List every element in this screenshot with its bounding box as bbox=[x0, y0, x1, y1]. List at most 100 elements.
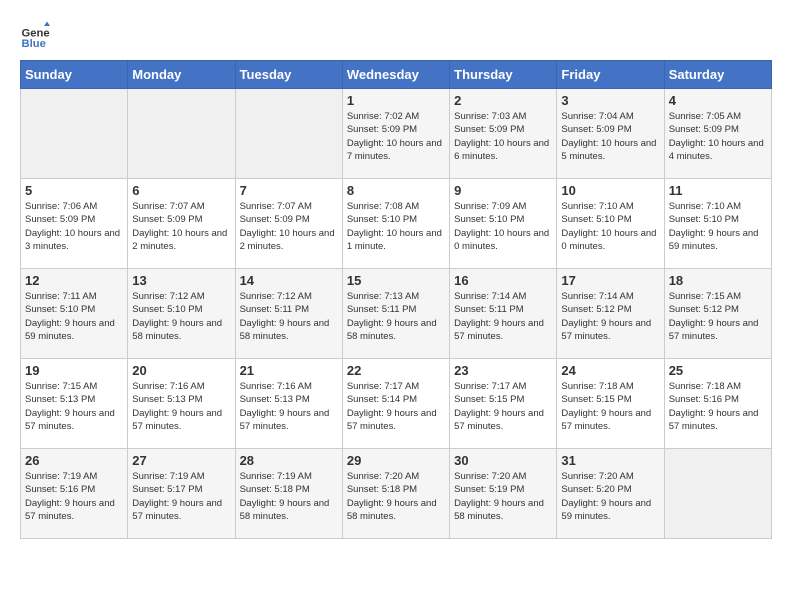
day-number: 31 bbox=[561, 453, 659, 468]
day-number: 16 bbox=[454, 273, 552, 288]
calendar-cell: 13 Sunrise: 7:12 AMSunset: 5:10 PMDayligh… bbox=[128, 269, 235, 359]
calendar-cell: 23 Sunrise: 7:17 AMSunset: 5:15 PMDayligh… bbox=[450, 359, 557, 449]
calendar-cell: 24 Sunrise: 7:18 AMSunset: 5:15 PMDayligh… bbox=[557, 359, 664, 449]
day-info: Sunrise: 7:20 AMSunset: 5:18 PMDaylight:… bbox=[347, 470, 445, 523]
day-info: Sunrise: 7:13 AMSunset: 5:11 PMDaylight:… bbox=[347, 290, 445, 343]
calendar-cell: 3Sunrise: 7:04 AMSunset: 5:09 PMDaylight… bbox=[557, 89, 664, 179]
calendar-cell: 25 Sunrise: 7:18 AMSunset: 5:16 PMDayligh… bbox=[664, 359, 771, 449]
calendar-cell: 15 Sunrise: 7:13 AMSunset: 5:11 PMDayligh… bbox=[342, 269, 449, 359]
calendar-cell: 8 Sunrise: 7:08 AMSunset: 5:10 PMDaylight… bbox=[342, 179, 449, 269]
day-info: Sunrise: 7:19 AMSunset: 5:17 PMDaylight:… bbox=[132, 470, 230, 523]
day-info: Sunrise: 7:17 AMSunset: 5:14 PMDaylight:… bbox=[347, 380, 445, 433]
calendar-cell: 11 Sunrise: 7:10 AMSunset: 5:10 PMDayligh… bbox=[664, 179, 771, 269]
calendar-table: SundayMondayTuesdayWednesdayThursdayFrid… bbox=[20, 60, 772, 539]
calendar-cell: 6 Sunrise: 7:07 AMSunset: 5:09 PMDaylight… bbox=[128, 179, 235, 269]
calendar-cell: 5Sunrise: 7:06 AMSunset: 5:09 PMDaylight… bbox=[21, 179, 128, 269]
calendar-cell: 26 Sunrise: 7:19 AMSunset: 5:16 PMDayligh… bbox=[21, 449, 128, 539]
calendar-cell: 20 Sunrise: 7:16 AMSunset: 5:13 PMDayligh… bbox=[128, 359, 235, 449]
calendar-cell: 4 Sunrise: 7:05 AMSunset: 5:09 PMDaylight… bbox=[664, 89, 771, 179]
day-info: Sunrise: 7:19 AMSunset: 5:18 PMDaylight:… bbox=[240, 470, 338, 523]
calendar-cell: 14 Sunrise: 7:12 AMSunset: 5:11 PMDayligh… bbox=[235, 269, 342, 359]
calendar-cell: 31 Sunrise: 7:20 AMSunset: 5:20 PMDayligh… bbox=[557, 449, 664, 539]
calendar-cell: 16 Sunrise: 7:14 AMSunset: 5:11 PMDayligh… bbox=[450, 269, 557, 359]
day-info: Sunrise: 7:12 AMSunset: 5:10 PMDaylight:… bbox=[132, 290, 230, 343]
day-info: Sunrise: 7:20 AMSunset: 5:20 PMDaylight:… bbox=[561, 470, 659, 523]
weekday-header: Saturday bbox=[664, 61, 771, 89]
day-info: Sunrise: 7:16 AMSunset: 5:13 PMDaylight:… bbox=[240, 380, 338, 433]
day-number: 23 bbox=[454, 363, 552, 378]
day-number: 8 bbox=[347, 183, 445, 198]
day-number: 30 bbox=[454, 453, 552, 468]
day-info: Sunrise: 7:05 AMSunset: 5:09 PMDaylight:… bbox=[669, 110, 767, 163]
day-number: 21 bbox=[240, 363, 338, 378]
day-number: 10 bbox=[561, 183, 659, 198]
day-number: 18 bbox=[669, 273, 767, 288]
day-info: Sunrise: 7:19 AMSunset: 5:16 PMDaylight:… bbox=[25, 470, 123, 523]
day-info: Sunrise: 7:12 AMSunset: 5:11 PMDaylight:… bbox=[240, 290, 338, 343]
day-number: 4 bbox=[669, 93, 767, 108]
calendar-cell: 28 Sunrise: 7:19 AMSunset: 5:18 PMDayligh… bbox=[235, 449, 342, 539]
day-number: 28 bbox=[240, 453, 338, 468]
calendar-cell: 21 Sunrise: 7:16 AMSunset: 5:13 PMDayligh… bbox=[235, 359, 342, 449]
calendar-cell: 29 Sunrise: 7:20 AMSunset: 5:18 PMDayligh… bbox=[342, 449, 449, 539]
calendar-cell: 12 Sunrise: 7:11 AMSunset: 5:10 PMDayligh… bbox=[21, 269, 128, 359]
day-number: 1 bbox=[347, 93, 445, 108]
day-info: Sunrise: 7:14 AMSunset: 5:12 PMDaylight:… bbox=[561, 290, 659, 343]
day-number: 7 bbox=[240, 183, 338, 198]
day-number: 27 bbox=[132, 453, 230, 468]
day-number: 24 bbox=[561, 363, 659, 378]
calendar-cell bbox=[235, 89, 342, 179]
day-info: Sunrise: 7:14 AMSunset: 5:11 PMDaylight:… bbox=[454, 290, 552, 343]
day-info: Sunrise: 7:15 AMSunset: 5:13 PMDaylight:… bbox=[25, 380, 123, 433]
day-number: 13 bbox=[132, 273, 230, 288]
calendar-cell bbox=[128, 89, 235, 179]
day-number: 22 bbox=[347, 363, 445, 378]
day-number: 15 bbox=[347, 273, 445, 288]
day-number: 25 bbox=[669, 363, 767, 378]
day-info: Sunrise: 7:03 AMSunset: 5:09 PMDaylight:… bbox=[454, 110, 552, 163]
day-info: Sunrise: 7:04 AMSunset: 5:09 PMDaylight:… bbox=[561, 110, 659, 163]
day-number: 11 bbox=[669, 183, 767, 198]
calendar-cell: 19 Sunrise: 7:15 AMSunset: 5:13 PMDayligh… bbox=[21, 359, 128, 449]
svg-text:Blue: Blue bbox=[22, 38, 46, 50]
calendar-cell: 10 Sunrise: 7:10 AMSunset: 5:10 PMDayligh… bbox=[557, 179, 664, 269]
weekday-header: Friday bbox=[557, 61, 664, 89]
calendar-cell: 22 Sunrise: 7:17 AMSunset: 5:14 PMDayligh… bbox=[342, 359, 449, 449]
day-info: Sunrise: 7:07 AMSunset: 5:09 PMDaylight:… bbox=[132, 200, 230, 253]
calendar-cell: 7 Sunrise: 7:07 AMSunset: 5:09 PMDaylight… bbox=[235, 179, 342, 269]
calendar-cell bbox=[664, 449, 771, 539]
day-info: Sunrise: 7:07 AMSunset: 5:09 PMDaylight:… bbox=[240, 200, 338, 253]
weekday-header: Tuesday bbox=[235, 61, 342, 89]
day-number: 19 bbox=[25, 363, 123, 378]
day-number: 12 bbox=[25, 273, 123, 288]
day-number: 29 bbox=[347, 453, 445, 468]
calendar-cell: 1 Sunrise: 7:02 AMSunset: 5:09 PMDaylight… bbox=[342, 89, 449, 179]
day-info: Sunrise: 7:06 AMSunset: 5:09 PMDaylight:… bbox=[25, 200, 123, 253]
calendar-cell: 30Sunrise: 7:20 AMSunset: 5:19 PMDayligh… bbox=[450, 449, 557, 539]
day-number: 20 bbox=[132, 363, 230, 378]
calendar-cell: 18Sunrise: 7:15 AMSunset: 5:12 PMDayligh… bbox=[664, 269, 771, 359]
day-info: Sunrise: 7:09 AMSunset: 5:10 PMDaylight:… bbox=[454, 200, 552, 253]
day-number: 17 bbox=[561, 273, 659, 288]
weekday-header: Sunday bbox=[21, 61, 128, 89]
day-info: Sunrise: 7:18 AMSunset: 5:15 PMDaylight:… bbox=[561, 380, 659, 433]
day-info: Sunrise: 7:17 AMSunset: 5:15 PMDaylight:… bbox=[454, 380, 552, 433]
day-number: 9 bbox=[454, 183, 552, 198]
day-info: Sunrise: 7:02 AMSunset: 5:09 PMDaylight:… bbox=[347, 110, 445, 163]
day-info: Sunrise: 7:08 AMSunset: 5:10 PMDaylight:… bbox=[347, 200, 445, 253]
day-number: 14 bbox=[240, 273, 338, 288]
calendar-cell bbox=[21, 89, 128, 179]
weekday-header: Thursday bbox=[450, 61, 557, 89]
logo: General Blue bbox=[20, 20, 54, 50]
day-info: Sunrise: 7:11 AMSunset: 5:10 PMDaylight:… bbox=[25, 290, 123, 343]
day-info: Sunrise: 7:18 AMSunset: 5:16 PMDaylight:… bbox=[669, 380, 767, 433]
day-number: 26 bbox=[25, 453, 123, 468]
calendar-cell: 27 Sunrise: 7:19 AMSunset: 5:17 PMDayligh… bbox=[128, 449, 235, 539]
weekday-header: Monday bbox=[128, 61, 235, 89]
day-info: Sunrise: 7:16 AMSunset: 5:13 PMDaylight:… bbox=[132, 380, 230, 433]
day-info: Sunrise: 7:10 AMSunset: 5:10 PMDaylight:… bbox=[669, 200, 767, 253]
calendar-cell: 9 Sunrise: 7:09 AMSunset: 5:10 PMDaylight… bbox=[450, 179, 557, 269]
day-number: 6 bbox=[132, 183, 230, 198]
calendar-cell: 17 Sunrise: 7:14 AMSunset: 5:12 PMDayligh… bbox=[557, 269, 664, 359]
day-info: Sunrise: 7:10 AMSunset: 5:10 PMDaylight:… bbox=[561, 200, 659, 253]
